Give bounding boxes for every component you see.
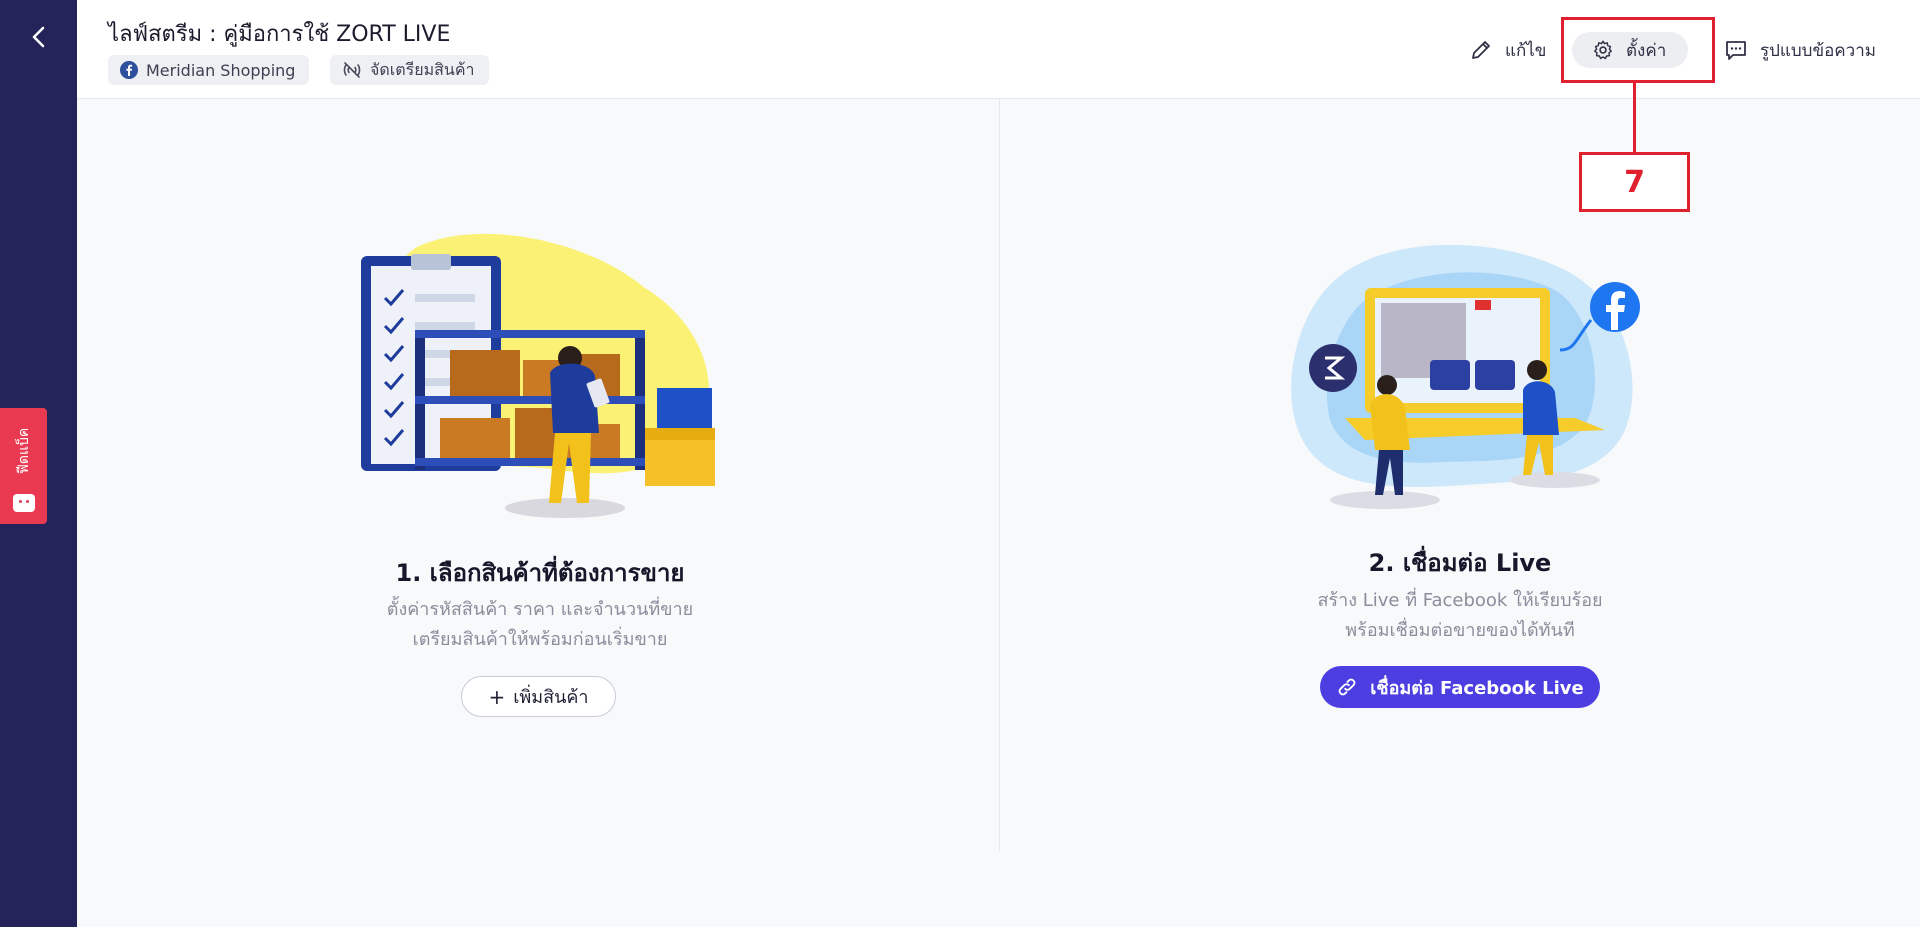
message-format-button[interactable]: รูปแบบข้อความ <box>1724 30 1876 70</box>
plus-icon: + <box>488 684 506 709</box>
step1-description-line2: เตรียมสินค้าให้พร้อมก่อนเริ่มขาย <box>412 629 668 650</box>
live-status-chip: จัดเตรียมสินค้า <box>330 55 489 85</box>
connect-facebook-live-label: เชื่อมต่อ Facebook Live <box>1370 677 1584 699</box>
message-format-label: รูปแบบข้อความ <box>1760 40 1876 61</box>
link-icon <box>1338 678 1356 696</box>
connect-facebook-live-button[interactable]: เชื่อมต่อ Facebook Live <box>1320 666 1600 708</box>
step2-description-line1: สร้าง Live ที่ Facebook ให้เรียบร้อย <box>1317 590 1603 611</box>
step1-description-line1: ตั้งค่ารหัสสินค้า ราคา และจำนวนที่ขาย <box>386 599 694 620</box>
warehouse-illustration <box>361 233 715 518</box>
feedback-label: ฟีดแบ็ค <box>15 427 32 475</box>
edit-button[interactable]: แก้ไข <box>1469 30 1546 70</box>
edit-label: แก้ไข <box>1505 40 1547 61</box>
feedback-face-icon <box>12 494 35 512</box>
panel-divider <box>999 99 1000 851</box>
pencil-icon <box>1472 41 1490 59</box>
live-status-label: จัดเตรียมสินค้า <box>370 59 475 79</box>
chat-bubble-icon <box>1726 41 1746 60</box>
add-product-button[interactable]: + เพิ่มสินค้า <box>461 676 616 717</box>
annotation-number: 7 <box>1579 152 1690 212</box>
step2-description-line2: พร้อมเชื่อมต่อขายของได้ทันที <box>1345 620 1575 641</box>
chevron-left-icon <box>32 26 45 48</box>
facebook-page-chip: Meridian Shopping <box>108 55 310 85</box>
add-product-label: เพิ่มสินค้า <box>513 687 589 708</box>
page-title: ไลฟ์สตรีม : คู่มือการใช้ ZORT LIVE <box>108 22 451 47</box>
back-button[interactable] <box>22 20 56 54</box>
feedback-tab[interactable]: ฟีดแบ็ค <box>0 408 47 524</box>
facebook-page-name: Meridian Shopping <box>146 60 296 80</box>
annotation-connector <box>1633 83 1636 152</box>
step2-title: 2. เชื่อมต่อ Live <box>1368 549 1552 577</box>
facebook-live-illustration <box>1291 244 1640 509</box>
annotation-highlight-box <box>1561 17 1715 83</box>
step1-title: 1. เลือกสินค้าที่ต้องการขาย <box>395 559 685 587</box>
broadcast-off-icon <box>343 62 361 78</box>
facebook-icon <box>120 61 138 79</box>
